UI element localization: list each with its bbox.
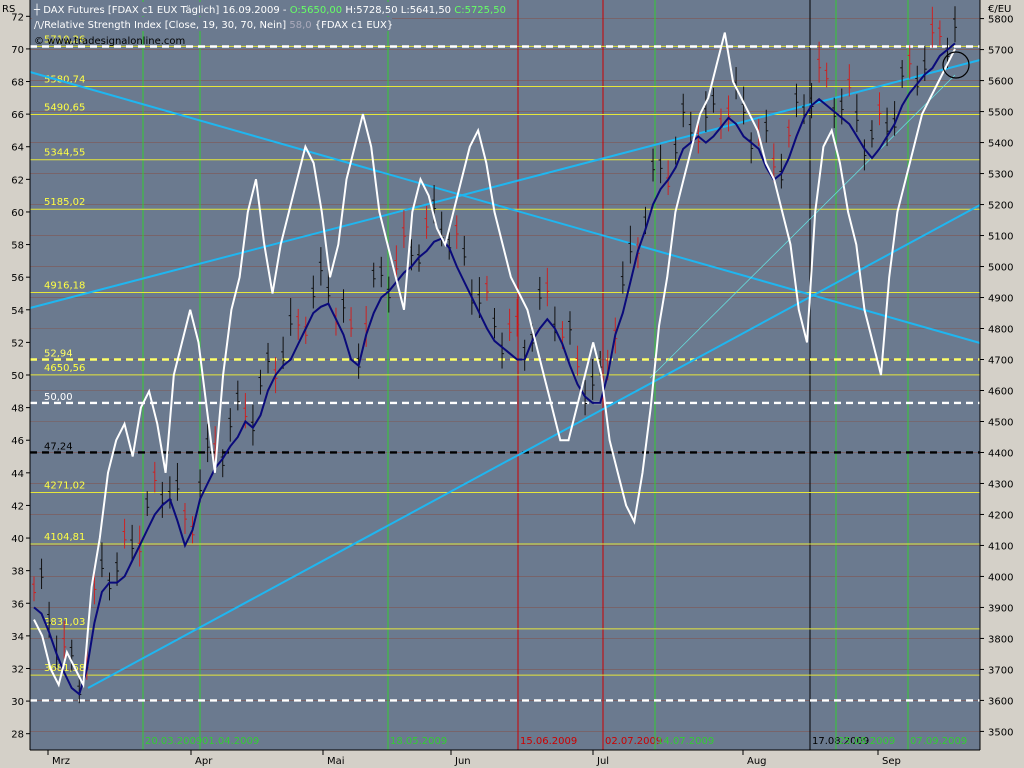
dashed-level-label: 50,00 xyxy=(44,392,73,403)
right-tick-label: 3700 xyxy=(988,665,1013,676)
month-label: Jul xyxy=(596,756,609,767)
left-tick-label: 56 xyxy=(11,273,24,284)
right-tick-label: 5500 xyxy=(988,108,1013,119)
right-tick-label: 5800 xyxy=(988,15,1013,26)
left-tick-label: 70 xyxy=(11,45,24,56)
right-tick-label: 4400 xyxy=(988,448,1013,459)
level-label: 4916,18 xyxy=(44,281,85,292)
ohlc-low: L:5641,50 xyxy=(401,5,451,16)
level-label: 5580,74 xyxy=(44,75,85,86)
vertical-marker-label: 07.09.2009 xyxy=(910,736,967,747)
left-tick-label: 28 xyxy=(11,730,24,741)
indicator-ref: {FDAX c1 EUX} xyxy=(315,20,393,31)
dashed-level-label: 52,94 xyxy=(44,349,73,360)
vertical-marker-label: 25.08.2009 xyxy=(838,736,895,747)
right-tick-label: 4900 xyxy=(988,294,1013,305)
month-label: Jun xyxy=(454,756,471,767)
month-label: Sep xyxy=(882,756,901,767)
right-tick-label: 4200 xyxy=(988,510,1013,521)
eur-axis-label: €/EU xyxy=(988,4,1011,15)
level-label: 5344,55 xyxy=(44,148,85,159)
right-tick-label: 3800 xyxy=(988,634,1013,645)
month-label: Mai xyxy=(327,756,345,767)
left-tick-label: 40 xyxy=(11,534,24,545)
right-tick-label: 4700 xyxy=(988,356,1013,367)
ohlc-high: H:5728,50 xyxy=(345,5,397,16)
rs-axis-label: RS xyxy=(2,4,15,15)
right-tick-label: 4000 xyxy=(988,572,1013,583)
vertical-marker-label: 01.04.2009 xyxy=(202,736,259,747)
right-tick-label: 5000 xyxy=(988,263,1013,274)
right-tick-label: 5600 xyxy=(988,77,1013,88)
left-tick-label: 66 xyxy=(11,110,24,121)
left-tick-label: 48 xyxy=(11,404,24,415)
level-label: 5185,02 xyxy=(44,197,85,208)
indicator-title: Relative Strength Index [Close, 19, 30, … xyxy=(44,20,286,31)
left-tick-label: 42 xyxy=(11,501,24,512)
left-tick-label: 60 xyxy=(11,208,24,219)
ohlc-close: C:5725,50 xyxy=(454,5,506,16)
left-tick-label: 62 xyxy=(11,175,24,186)
left-tick-label: 30 xyxy=(11,697,24,708)
right-tick-label: 5700 xyxy=(988,46,1013,57)
level-label: 4650,56 xyxy=(44,363,85,374)
left-tick-label: 34 xyxy=(11,632,24,643)
month-label: Apr xyxy=(195,756,213,767)
left-tick-label: 58 xyxy=(11,241,24,252)
left-tick-label: 64 xyxy=(11,143,24,154)
vertical-marker-label: 18.05.2009 xyxy=(390,736,447,747)
left-tick-label: 50 xyxy=(11,371,24,382)
ohlc-open: O:5650,00 xyxy=(290,5,342,16)
dashed-level-label: 47,24 xyxy=(44,441,73,452)
left-tick-label: 36 xyxy=(11,599,24,610)
right-tick-label: 4800 xyxy=(988,325,1013,336)
level-label: 5490,65 xyxy=(44,102,85,113)
left-tick-label: 32 xyxy=(11,664,24,675)
right-tick-label: 4500 xyxy=(988,417,1013,428)
left-tick-label: 46 xyxy=(11,436,24,447)
right-tick-label: 3600 xyxy=(988,696,1013,707)
legend-line-2: /\/Relative Strength Index [Close, 19, 3… xyxy=(32,17,393,31)
month-label: Mrz xyxy=(52,756,70,767)
level-label: 4104,81 xyxy=(44,532,85,543)
vertical-marker-label: 20.03.2009 xyxy=(145,736,202,747)
svg-text:┼ DAX Futures [FDAX c1 EUX Tä: ┼ DAX Futures [FDAX c1 EUX Täglich] 16.0… xyxy=(33,3,506,16)
vertical-marker-label: 14.07.2009 xyxy=(657,736,714,747)
legend-line-1: ┼ DAX Futures [FDAX c1 EUX Täglich] 16.0… xyxy=(32,2,506,16)
left-tick-label: 44 xyxy=(11,469,24,480)
right-tick-label: 5300 xyxy=(988,170,1013,181)
left-tick-label: 52 xyxy=(11,338,24,349)
copyright-text: © www.tradesignalonline.com xyxy=(34,36,185,47)
month-label: Aug xyxy=(747,756,767,767)
right-tick-label: 5100 xyxy=(988,232,1013,243)
right-tick-label: 4100 xyxy=(988,541,1013,552)
vertical-marker-label: 15.06.2009 xyxy=(520,736,577,747)
right-tick-label: 5400 xyxy=(988,139,1013,150)
right-tick-label: 3900 xyxy=(988,603,1013,614)
right-tick-label: 4600 xyxy=(988,386,1013,397)
chart-svg: 20.03.2009 01.04.2009 18.05.2009 15.06.2009… xyxy=(0,0,1024,768)
left-tick-label: 38 xyxy=(11,567,24,578)
right-tick-label: 3500 xyxy=(988,727,1013,738)
level-label: 4271,02 xyxy=(44,480,85,491)
left-tick-label: 54 xyxy=(11,306,24,317)
vertical-marker-label: 02.07.2009 xyxy=(605,736,662,747)
instrument-title: DAX Futures [FDAX c1 EUX Täglich] 16.09.… xyxy=(43,5,280,16)
indicator-value: 58,0 xyxy=(289,20,311,31)
svg-text:/\/Relative Strength Index [Cl: /\/Relative Strength Index [Close, 19, 3… xyxy=(34,20,393,31)
left-tick-label: 68 xyxy=(11,78,24,89)
right-tick-label: 5200 xyxy=(988,201,1013,212)
right-tick-label: 4300 xyxy=(988,479,1013,490)
